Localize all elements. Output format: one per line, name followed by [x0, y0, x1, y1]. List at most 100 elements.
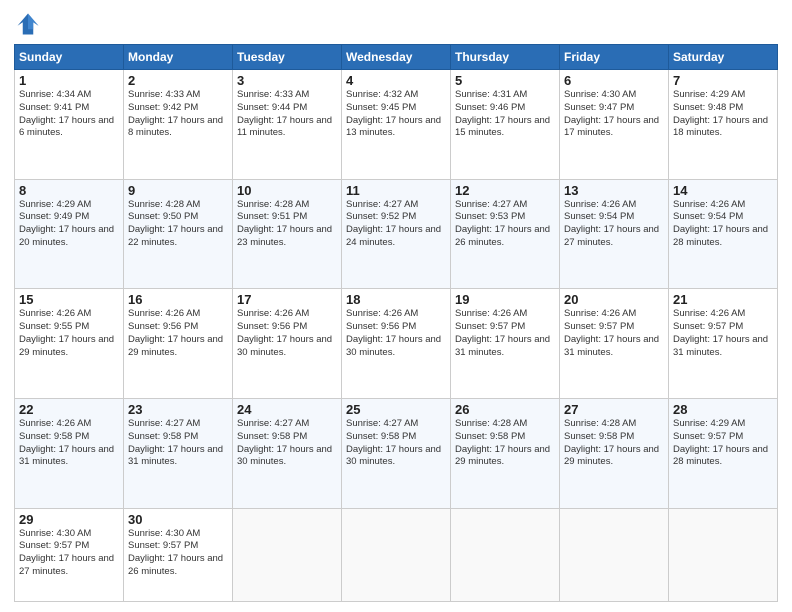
- calendar-cell: 28Sunrise: 4:29 AMSunset: 9:57 PMDayligh…: [669, 398, 778, 508]
- day-info: Sunrise: 4:26 AMSunset: 9:57 PMDaylight:…: [564, 308, 664, 359]
- calendar-cell: 3Sunrise: 4:33 AMSunset: 9:44 PMDaylight…: [233, 70, 342, 180]
- weekday-header: Saturday: [669, 45, 778, 70]
- calendar-header-row: SundayMondayTuesdayWednesdayThursdayFrid…: [15, 45, 778, 70]
- day-info: Sunrise: 4:27 AMSunset: 9:52 PMDaylight:…: [346, 199, 446, 250]
- day-number: 1: [19, 73, 119, 88]
- calendar-cell: 19Sunrise: 4:26 AMSunset: 9:57 PMDayligh…: [451, 289, 560, 399]
- day-info: Sunrise: 4:26 AMSunset: 9:58 PMDaylight:…: [19, 418, 119, 469]
- calendar-week-row: 1Sunrise: 4:34 AMSunset: 9:41 PMDaylight…: [15, 70, 778, 180]
- day-info: Sunrise: 4:26 AMSunset: 9:56 PMDaylight:…: [128, 308, 228, 359]
- day-info: Sunrise: 4:29 AMSunset: 9:57 PMDaylight:…: [673, 418, 773, 469]
- weekday-header: Wednesday: [342, 45, 451, 70]
- day-info: Sunrise: 4:28 AMSunset: 9:51 PMDaylight:…: [237, 199, 337, 250]
- day-info: Sunrise: 4:27 AMSunset: 9:58 PMDaylight:…: [237, 418, 337, 469]
- calendar-cell: 15Sunrise: 4:26 AMSunset: 9:55 PMDayligh…: [15, 289, 124, 399]
- day-number: 23: [128, 402, 228, 417]
- day-info: Sunrise: 4:26 AMSunset: 9:54 PMDaylight:…: [673, 199, 773, 250]
- calendar-cell: 6Sunrise: 4:30 AMSunset: 9:47 PMDaylight…: [560, 70, 669, 180]
- day-number: 5: [455, 73, 555, 88]
- calendar-cell: 22Sunrise: 4:26 AMSunset: 9:58 PMDayligh…: [15, 398, 124, 508]
- calendar-cell: 16Sunrise: 4:26 AMSunset: 9:56 PMDayligh…: [124, 289, 233, 399]
- day-number: 19: [455, 292, 555, 307]
- day-info: Sunrise: 4:33 AMSunset: 9:42 PMDaylight:…: [128, 89, 228, 140]
- day-number: 29: [19, 512, 119, 527]
- calendar-week-row: 8Sunrise: 4:29 AMSunset: 9:49 PMDaylight…: [15, 179, 778, 289]
- day-number: 20: [564, 292, 664, 307]
- day-number: 13: [564, 183, 664, 198]
- header: [14, 10, 778, 38]
- day-number: 26: [455, 402, 555, 417]
- calendar-cell: 27Sunrise: 4:28 AMSunset: 9:58 PMDayligh…: [560, 398, 669, 508]
- calendar-cell: 12Sunrise: 4:27 AMSunset: 9:53 PMDayligh…: [451, 179, 560, 289]
- calendar-cell: 14Sunrise: 4:26 AMSunset: 9:54 PMDayligh…: [669, 179, 778, 289]
- logo: [14, 10, 46, 38]
- calendar-cell: 1Sunrise: 4:34 AMSunset: 9:41 PMDaylight…: [15, 70, 124, 180]
- calendar-cell: [233, 508, 342, 602]
- day-number: 4: [346, 73, 446, 88]
- day-number: 3: [237, 73, 337, 88]
- calendar-cell: [451, 508, 560, 602]
- calendar-week-row: 15Sunrise: 4:26 AMSunset: 9:55 PMDayligh…: [15, 289, 778, 399]
- day-info: Sunrise: 4:27 AMSunset: 9:53 PMDaylight:…: [455, 199, 555, 250]
- day-info: Sunrise: 4:26 AMSunset: 9:54 PMDaylight:…: [564, 199, 664, 250]
- day-number: 11: [346, 183, 446, 198]
- calendar-cell: 24Sunrise: 4:27 AMSunset: 9:58 PMDayligh…: [233, 398, 342, 508]
- day-number: 6: [564, 73, 664, 88]
- calendar-cell: [342, 508, 451, 602]
- day-number: 8: [19, 183, 119, 198]
- day-number: 12: [455, 183, 555, 198]
- day-info: Sunrise: 4:30 AMSunset: 9:57 PMDaylight:…: [19, 528, 119, 579]
- calendar-cell: 18Sunrise: 4:26 AMSunset: 9:56 PMDayligh…: [342, 289, 451, 399]
- weekday-header: Friday: [560, 45, 669, 70]
- day-info: Sunrise: 4:27 AMSunset: 9:58 PMDaylight:…: [128, 418, 228, 469]
- calendar-cell: 29Sunrise: 4:30 AMSunset: 9:57 PMDayligh…: [15, 508, 124, 602]
- calendar-cell: 13Sunrise: 4:26 AMSunset: 9:54 PMDayligh…: [560, 179, 669, 289]
- calendar-cell: 8Sunrise: 4:29 AMSunset: 9:49 PMDaylight…: [15, 179, 124, 289]
- day-number: 27: [564, 402, 664, 417]
- calendar-cell: 11Sunrise: 4:27 AMSunset: 9:52 PMDayligh…: [342, 179, 451, 289]
- weekday-header: Sunday: [15, 45, 124, 70]
- calendar-cell: 25Sunrise: 4:27 AMSunset: 9:58 PMDayligh…: [342, 398, 451, 508]
- day-number: 21: [673, 292, 773, 307]
- calendar-cell: 23Sunrise: 4:27 AMSunset: 9:58 PMDayligh…: [124, 398, 233, 508]
- calendar-cell: 9Sunrise: 4:28 AMSunset: 9:50 PMDaylight…: [124, 179, 233, 289]
- calendar-cell: 20Sunrise: 4:26 AMSunset: 9:57 PMDayligh…: [560, 289, 669, 399]
- calendar-cell: 26Sunrise: 4:28 AMSunset: 9:58 PMDayligh…: [451, 398, 560, 508]
- day-info: Sunrise: 4:26 AMSunset: 9:56 PMDaylight:…: [346, 308, 446, 359]
- day-info: Sunrise: 4:27 AMSunset: 9:58 PMDaylight:…: [346, 418, 446, 469]
- calendar-cell: 21Sunrise: 4:26 AMSunset: 9:57 PMDayligh…: [669, 289, 778, 399]
- day-number: 17: [237, 292, 337, 307]
- calendar-cell: 5Sunrise: 4:31 AMSunset: 9:46 PMDaylight…: [451, 70, 560, 180]
- calendar-cell: [560, 508, 669, 602]
- day-info: Sunrise: 4:30 AMSunset: 9:47 PMDaylight:…: [564, 89, 664, 140]
- day-info: Sunrise: 4:34 AMSunset: 9:41 PMDaylight:…: [19, 89, 119, 140]
- day-info: Sunrise: 4:28 AMSunset: 9:50 PMDaylight:…: [128, 199, 228, 250]
- calendar-table: SundayMondayTuesdayWednesdayThursdayFrid…: [14, 44, 778, 602]
- day-number: 30: [128, 512, 228, 527]
- calendar-cell: 7Sunrise: 4:29 AMSunset: 9:48 PMDaylight…: [669, 70, 778, 180]
- calendar-cell: [669, 508, 778, 602]
- calendar-cell: 10Sunrise: 4:28 AMSunset: 9:51 PMDayligh…: [233, 179, 342, 289]
- calendar-cell: 17Sunrise: 4:26 AMSunset: 9:56 PMDayligh…: [233, 289, 342, 399]
- day-number: 25: [346, 402, 446, 417]
- weekday-header: Thursday: [451, 45, 560, 70]
- calendar-cell: 30Sunrise: 4:30 AMSunset: 9:57 PMDayligh…: [124, 508, 233, 602]
- day-number: 10: [237, 183, 337, 198]
- logo-icon: [14, 10, 42, 38]
- day-number: 24: [237, 402, 337, 417]
- day-number: 7: [673, 73, 773, 88]
- day-number: 9: [128, 183, 228, 198]
- day-info: Sunrise: 4:26 AMSunset: 9:57 PMDaylight:…: [673, 308, 773, 359]
- calendar-week-row: 29Sunrise: 4:30 AMSunset: 9:57 PMDayligh…: [15, 508, 778, 602]
- calendar-cell: 2Sunrise: 4:33 AMSunset: 9:42 PMDaylight…: [124, 70, 233, 180]
- day-number: 14: [673, 183, 773, 198]
- calendar-week-row: 22Sunrise: 4:26 AMSunset: 9:58 PMDayligh…: [15, 398, 778, 508]
- day-info: Sunrise: 4:26 AMSunset: 9:55 PMDaylight:…: [19, 308, 119, 359]
- day-info: Sunrise: 4:30 AMSunset: 9:57 PMDaylight:…: [128, 528, 228, 579]
- day-info: Sunrise: 4:31 AMSunset: 9:46 PMDaylight:…: [455, 89, 555, 140]
- day-number: 2: [128, 73, 228, 88]
- day-info: Sunrise: 4:26 AMSunset: 9:57 PMDaylight:…: [455, 308, 555, 359]
- day-info: Sunrise: 4:29 AMSunset: 9:48 PMDaylight:…: [673, 89, 773, 140]
- day-number: 16: [128, 292, 228, 307]
- day-info: Sunrise: 4:29 AMSunset: 9:49 PMDaylight:…: [19, 199, 119, 250]
